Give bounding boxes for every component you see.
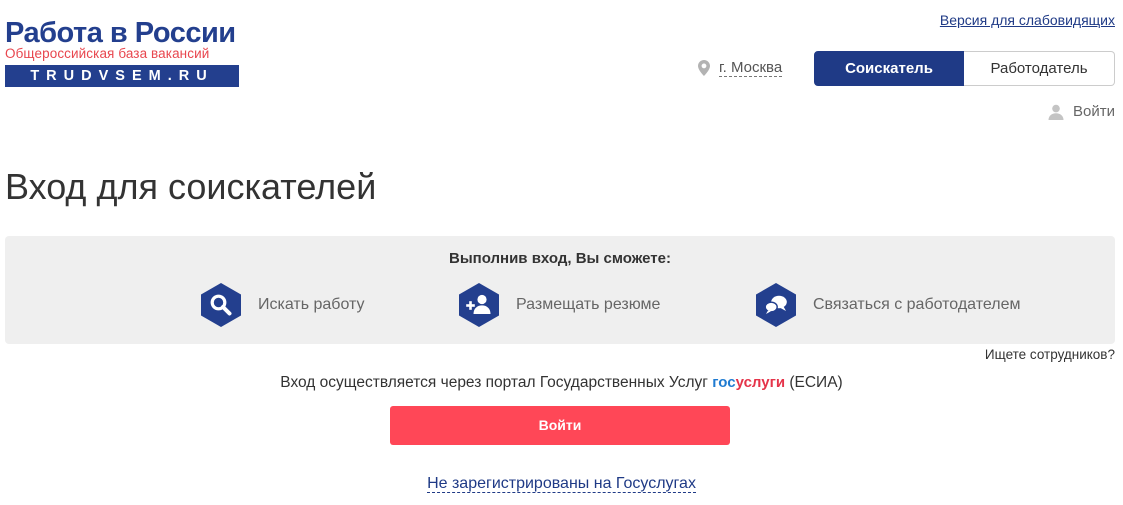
header-login-link[interactable]: Войти xyxy=(1048,103,1115,120)
map-pin-icon xyxy=(698,60,710,76)
chat-icon xyxy=(756,283,796,327)
role-applicant-button[interactable]: Соискатель xyxy=(814,51,964,86)
benefit-item-post-resume: Размещать резюме xyxy=(457,282,660,328)
benefits-panel: Выполнив вход, Вы сможете: Искать работу… xyxy=(5,236,1115,344)
not-registered-link[interactable]: Не зарегистрированы на Госуслугах xyxy=(427,475,696,493)
page-title: Вход для соискателей xyxy=(5,166,377,207)
benefit-label: Размещать резюме xyxy=(516,296,661,313)
logo-domain: TRUDVSEM.RU xyxy=(5,65,239,87)
page: Работа в России Общероссийская база вака… xyxy=(0,0,1123,505)
gosuslugi-logo: госуслуги xyxy=(712,374,785,391)
search-icon xyxy=(201,283,241,327)
benefit-item-contact-employer: Связаться с работодателем xyxy=(754,282,1020,328)
employers-link[interactable]: Ищете сотрудников? xyxy=(985,347,1115,362)
not-registered-container: Не зарегистрированы на Госуслугах xyxy=(0,475,1123,493)
city-selector[interactable]: г. Москва xyxy=(698,59,783,77)
esia-notice-suffix: (ЕСИА) xyxy=(789,374,843,391)
city-link[interactable]: г. Москва xyxy=(719,59,783,77)
gosuslugi-logo-part1: гос xyxy=(712,374,736,391)
esia-notice-prefix: Вход осуществляется через портал Государ… xyxy=(280,374,708,391)
login-button[interactable]: Войти xyxy=(390,406,730,445)
accessibility-version-link[interactable]: Версия для слабовидящих xyxy=(940,12,1115,28)
gosuslugi-logo-part2: услуги xyxy=(735,374,786,391)
add-user-icon xyxy=(459,283,499,327)
benefit-label: Связаться с работодателем xyxy=(813,296,1021,313)
logo-title: Работа в России xyxy=(5,17,236,49)
header-login-label: Войти xyxy=(1073,103,1115,120)
role-switch: Соискатель Работодатель xyxy=(814,51,1115,86)
role-employer-button[interactable]: Работодатель xyxy=(964,51,1115,86)
benefits-heading: Выполнив вход, Вы сможете: xyxy=(449,250,671,267)
logo-subtitle: Общероссийская база вакансий xyxy=(5,46,210,61)
esia-notice: Вход осуществляется через портал Государ… xyxy=(0,374,1123,392)
benefit-item-search-jobs: Искать работу xyxy=(199,282,365,328)
benefit-label: Искать работу xyxy=(258,296,365,313)
user-icon xyxy=(1048,104,1064,120)
site-logo[interactable]: Работа в России Общероссийская база вака… xyxy=(5,19,241,87)
